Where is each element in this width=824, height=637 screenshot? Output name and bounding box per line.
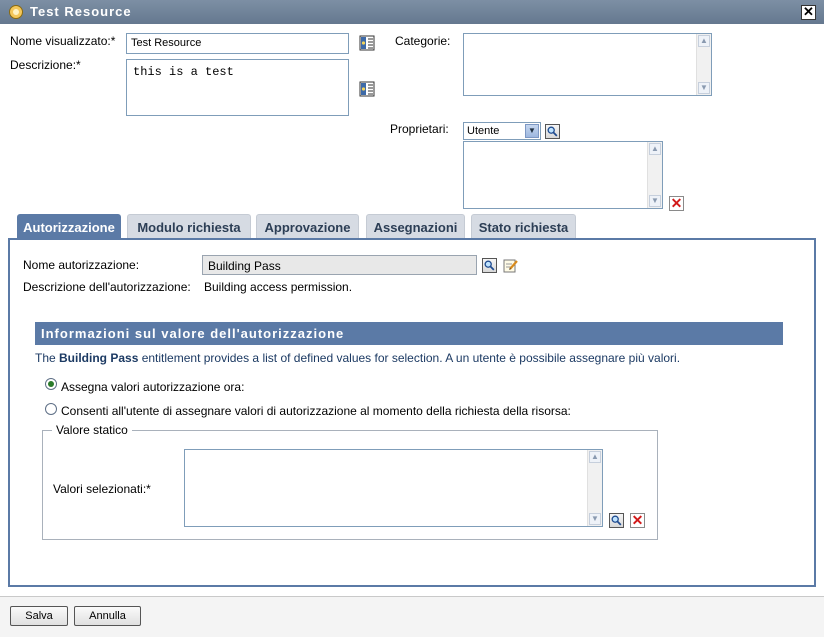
values-search-icon[interactable] (609, 513, 624, 528)
scroll-up-icon[interactable]: ▲ (589, 451, 601, 463)
info-suffix: entitlement provides a list of defined v… (138, 351, 681, 365)
localize-description-icon[interactable] (359, 81, 375, 97)
info-entitlement-name: Building Pass (59, 351, 139, 365)
close-button[interactable]: ✕ (801, 5, 816, 20)
edit-entitlement-icon[interactable] (503, 258, 519, 273)
categories-scrollbar[interactable]: ▲ ▼ (696, 34, 711, 95)
selected-values-label: Valori selezionati:* (53, 482, 151, 496)
owners-search-icon[interactable] (545, 124, 560, 139)
tab-stato-richiesta[interactable]: Stato richiesta (471, 214, 576, 238)
display-name-label: Nome visualizzato:* (10, 34, 116, 48)
user-assign-label: Consenti all'utente di assegnare valori … (61, 404, 571, 418)
assign-now-radio[interactable] (45, 378, 57, 390)
value-info-header: Informazioni sul valore dell'autorizzazi… (35, 322, 783, 345)
scroll-up-icon[interactable]: ▲ (649, 143, 661, 155)
value-info-text: The Building Pass entitlement provides a… (35, 351, 680, 365)
entitlement-name-label: Nome autorizzazione: (23, 258, 140, 272)
tab-modulo-richiesta[interactable]: Modulo richiesta (127, 214, 251, 238)
assign-now-label: Assegna valori autorizzazione ora: (61, 380, 245, 394)
entitlement-name-field: Building Pass (202, 255, 477, 275)
window-titlebar: Test Resource ✕ (0, 0, 824, 24)
scroll-down-icon[interactable]: ▼ (698, 82, 710, 94)
entitlement-description-value: Building access permission. (204, 280, 353, 294)
selected-values-list[interactable]: ▲ ▼ (184, 449, 603, 527)
owners-type-select[interactable]: Utente ▼ (463, 122, 541, 140)
user-assign-radio[interactable] (45, 403, 57, 415)
resource-icon (9, 5, 23, 19)
owners-list[interactable]: ▲ ▼ (463, 141, 663, 209)
selected-values-scrollbar[interactable]: ▲ ▼ (587, 450, 602, 526)
description-label: Descrizione:* (10, 58, 81, 72)
entitlement-description-label: Descrizione dell'autorizzazione: (23, 280, 191, 294)
owners-scrollbar[interactable]: ▲ ▼ (647, 142, 662, 208)
tab-autorizzazione[interactable]: Autorizzazione (17, 214, 121, 238)
remove-value-icon[interactable]: ✕ (630, 513, 645, 528)
categories-list[interactable]: ▲ ▼ (463, 33, 712, 96)
cancel-button[interactable]: Annulla (74, 606, 141, 626)
categories-label: Categorie: (395, 34, 451, 48)
display-name-field[interactable]: Test Resource (126, 33, 349, 54)
description-field[interactable]: this is a test (126, 59, 349, 116)
info-prefix: The (35, 351, 60, 365)
remove-owner-icon[interactable]: ✕ (669, 196, 684, 211)
window-title: Test Resource (30, 4, 132, 19)
localize-icon[interactable] (359, 35, 375, 51)
scroll-down-icon[interactable]: ▼ (649, 195, 661, 207)
static-value-legend: Valore statico (52, 423, 132, 437)
chevron-down-icon[interactable]: ▼ (525, 124, 539, 138)
save-button[interactable]: Salva (10, 606, 68, 626)
entitlement-search-icon[interactable] (482, 258, 497, 273)
tab-approvazione[interactable]: Approvazione (256, 214, 359, 238)
scroll-down-icon[interactable]: ▼ (589, 513, 601, 525)
tab-assegnazioni[interactable]: Assegnazioni (366, 214, 465, 238)
scroll-up-icon[interactable]: ▲ (698, 35, 710, 47)
owners-type-value: Utente (467, 125, 500, 137)
owners-label: Proprietari: (390, 122, 449, 136)
